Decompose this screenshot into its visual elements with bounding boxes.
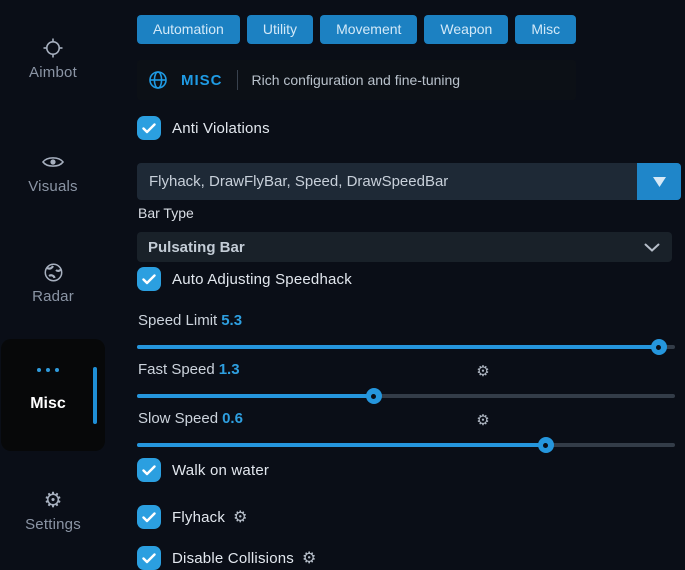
dropdown-open-button[interactable] [637,163,681,200]
slow-speed-label: Slow Speed0.6 [138,410,243,427]
checkbox-label: Anti Violations [172,120,270,137]
slow-speed-value: 0.6 [222,410,243,427]
fast-speed-value: 1.3 [219,361,240,378]
fast-speed-label: Fast Speed1.3 [138,361,240,378]
globe-icon [0,260,106,284]
sidebar-item-label: Misc [1,395,95,413]
fast-speed-gear-icon[interactable]: ⚙ [473,362,493,380]
banner-subtitle: Rich configuration and fine-tuning [252,72,461,88]
slider-fill [137,443,546,447]
bar-type-label: Bar Type [138,205,194,221]
triangle-down-icon [653,177,666,187]
tab-weapon[interactable]: Weapon [424,15,508,44]
sidebar-item-label: Radar [0,288,106,305]
fast-speed-slider-thumb[interactable] [366,388,382,404]
content-panel: Automation Utility Movement Weapon Misc … [137,0,681,563]
auto-adjusting-row: Auto Adjusting Speedhack [137,267,352,291]
slow-speed-slider[interactable] [137,443,675,447]
slow-speed-slider-thumb[interactable] [538,437,554,453]
anti-violations-row: Anti Violations [137,116,270,140]
flyhack-row: Flyhack ⚙ [137,505,247,529]
check-icon [142,512,156,523]
slow-speed-gear-icon[interactable]: ⚙ [473,411,493,429]
sidebar-item-radar[interactable]: Radar [0,260,106,305]
active-indicator [93,367,97,424]
sidebar-item-misc[interactable]: Misc [1,339,105,451]
bar-multi-select[interactable]: Flyhack, DrawFlyBar, Speed, DrawSpeedBar [137,163,681,200]
sidebar-item-visuals[interactable]: Visuals [0,150,106,195]
sidebar-item-label: Visuals [0,178,106,195]
sidebar-item-label: Aimbot [0,64,106,81]
sidebar: Aimbot Visuals Radar Misc ⚙ Settings [0,0,112,563]
speed-limit-value: 5.3 [221,312,242,329]
disable-collisions-checkbox[interactable] [137,546,161,570]
sidebar-item-label: Settings [0,516,106,533]
multi-select-value: Flyhack, DrawFlyBar, Speed, DrawSpeedBar [149,173,448,190]
auto-adjusting-checkbox[interactable] [137,267,161,291]
section-banner: MISC Rich configuration and fine-tuning [137,60,576,100]
crosshair-icon [0,36,106,60]
check-icon [142,274,156,285]
bar-type-select[interactable]: Pulsating Bar [137,232,672,262]
sidebar-item-aimbot[interactable]: Aimbot [0,36,106,81]
banner-title: MISC [181,72,223,89]
tab-automation[interactable]: Automation [137,15,240,44]
checkbox-label: Flyhack [172,509,225,526]
globe-icon [148,70,168,90]
check-icon [142,123,156,134]
slider-fill [137,394,374,398]
fast-speed-slider[interactable] [137,394,675,398]
gear-icon: ⚙ [0,488,106,512]
tab-movement[interactable]: Movement [320,15,417,44]
chevron-down-icon [644,243,660,252]
divider [237,70,238,90]
checkbox-label: Disable Collisions [172,550,294,567]
tab-misc[interactable]: Misc [515,15,576,44]
speed-limit-slider[interactable] [137,345,675,349]
disable-collisions-gear-icon[interactable]: ⚙ [302,550,316,566]
walk-on-water-checkbox[interactable] [137,458,161,482]
ellipsis-icon [1,368,95,372]
check-icon [142,553,156,564]
sidebar-item-settings[interactable]: ⚙ Settings [0,488,106,533]
eye-icon [0,150,106,174]
speed-limit-slider-thumb[interactable] [651,339,667,355]
checkbox-label: Auto Adjusting Speedhack [172,271,352,288]
flyhack-gear-icon[interactable]: ⚙ [233,509,247,525]
speed-limit-label: Speed Limit5.3 [138,312,242,329]
slider-fill [137,345,659,349]
checkbox-label: Walk on water [172,462,269,479]
walk-on-water-row: Walk on water [137,458,269,482]
disable-collisions-row: Disable Collisions ⚙ [137,546,316,570]
select-value: Pulsating Bar [148,239,245,256]
tab-utility[interactable]: Utility [247,15,313,44]
tab-bar: Automation Utility Movement Weapon Misc [137,15,576,44]
check-icon [142,465,156,476]
flyhack-checkbox[interactable] [137,505,161,529]
anti-violations-checkbox[interactable] [137,116,161,140]
